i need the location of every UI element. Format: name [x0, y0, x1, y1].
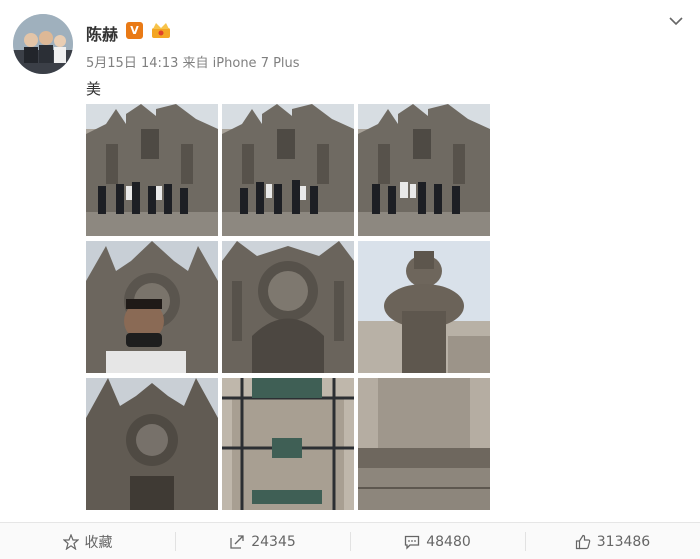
action-bar: 收藏 24345 48480 313486 [0, 522, 700, 559]
selfie-photo[interactable] [86, 241, 218, 373]
post-text: 美 [86, 80, 102, 98]
stone-photo[interactable] [358, 378, 490, 510]
image-grid [86, 104, 490, 510]
like-count: 313486 [596, 533, 651, 550]
favorite-button[interactable]: 收藏 [0, 523, 175, 559]
comment-icon [405, 535, 420, 550]
username[interactable]: 陈赫 [86, 21, 118, 45]
avatar[interactable] [13, 14, 73, 74]
favorite-label: 收藏 [84, 534, 113, 551]
comment-count: 48480 [426, 533, 471, 550]
group-jump-photo-3[interactable] [358, 104, 490, 236]
like-button[interactable]: 313486 [525, 523, 700, 559]
post-meta: 5月15日 14:13 来自 iPhone 7 Plus [86, 56, 300, 71]
statue-photo[interactable] [358, 241, 490, 373]
facade-photo[interactable] [222, 241, 354, 373]
gate-photo[interactable] [222, 378, 354, 510]
weibo-post-card: 陈赫 V 5月15日 14:13 来自 iPhone 7 Plus 美 收藏 2… [0, 0, 700, 559]
repost-icon [230, 534, 244, 549]
crown-icon [152, 23, 170, 38]
star-icon [62, 533, 79, 550]
chevron-down-icon[interactable] [668, 14, 684, 28]
comment-button[interactable]: 48480 [350, 523, 525, 559]
verified-badge: V [126, 22, 143, 39]
thumbs-up-icon [575, 534, 591, 549]
group-jump-photo-1[interactable] [86, 104, 218, 236]
group-jump-photo-2[interactable] [222, 104, 354, 236]
repost-button[interactable]: 24345 [175, 523, 350, 559]
repost-count: 24345 [251, 533, 296, 550]
cathedral-photo[interactable] [86, 378, 218, 510]
